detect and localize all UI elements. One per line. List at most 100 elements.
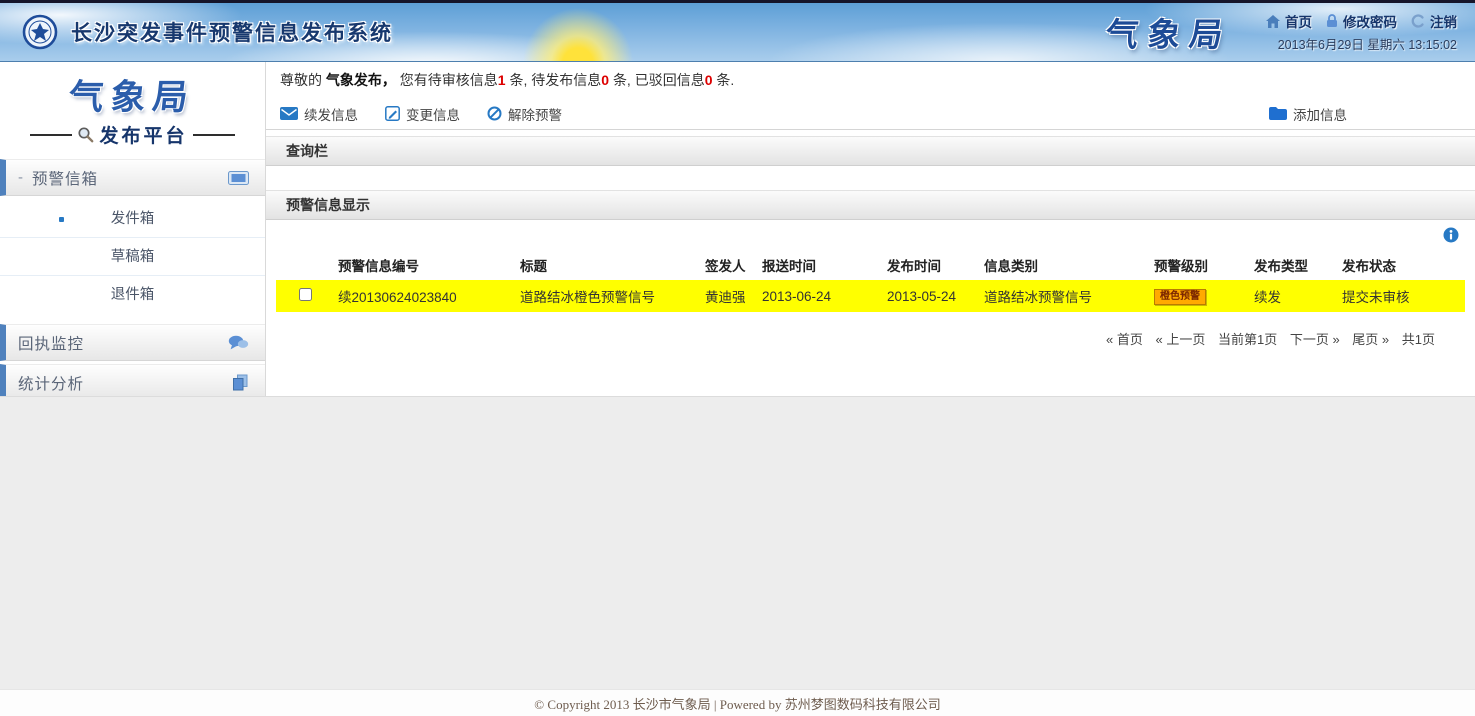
warning-mailbox-submenu: 发件箱 草稿箱 退件箱 [0, 196, 265, 320]
envelope-icon [280, 107, 298, 120]
warning-table: 预警信息编号 标题 签发人 报送时间 发布时间 信息类别 预警级别 发布类型 发… [276, 250, 1465, 312]
sidebar-logo: 气象局 发布平台 [0, 62, 265, 148]
sidebar-logo-subtitle: 发布平台 [99, 121, 187, 148]
sidebar-item-label: 统计分析 [18, 372, 84, 394]
pagination-first[interactable]: « 首页 [1106, 332, 1143, 347]
greeting-prefix: 尊敬的 [280, 70, 326, 90]
system-title: 长沙突发事件预警信息发布系统 [71, 17, 393, 47]
cell-publish-type: 续发 [1250, 280, 1338, 312]
warning-display-title: 预警信息显示 [286, 195, 370, 215]
header-checkbox-spacer [276, 250, 334, 280]
content-area: 尊敬的 气象发布， 您有待审核信息1 条, 待发布信息0 条, 已驳回信息0 条… [266, 62, 1475, 396]
panel-gap [266, 166, 1475, 190]
datetime: 2013年6月29日 星期六 13:15:02 [1278, 34, 1457, 53]
resend-info-label: 续发信息 [304, 104, 358, 124]
greeting-end: 条. [713, 70, 735, 90]
sidebar-logo-title: 气象局 [67, 69, 198, 120]
add-info-button[interactable]: 添加信息 [1269, 104, 1347, 124]
pagination-current: 当前第1页 [1218, 332, 1277, 347]
info-icon[interactable] [1443, 227, 1459, 243]
brand-area: 长沙突发事件预警信息发布系统 [22, 14, 393, 50]
toolbar: 续发信息 变更信息 解除预警 [266, 98, 1475, 130]
nav-home-link[interactable]: 首页 [1266, 11, 1312, 31]
column-header-status: 发布状态 [1338, 250, 1465, 280]
lock-icon [1326, 14, 1338, 28]
cell-status: 提交未审核 [1338, 280, 1465, 312]
remove-warning-label: 解除预警 [508, 104, 562, 124]
sidebar-item-label: 预警信箱 [32, 167, 98, 189]
column-header-title: 标题 [516, 250, 701, 280]
nav-and-date: 首页 修改密码 注销 2013年6月29日 星期六 13:15:02 [1266, 11, 1457, 53]
sidebar-item-receipt-monitor[interactable]: 回执监控 [0, 324, 265, 361]
sidebar-item-label: 回执监控 [18, 332, 84, 354]
copy-pages-icon [232, 374, 249, 391]
collapse-indicator: - [18, 169, 23, 186]
cell-category: 道路结冰预警信号 [980, 280, 1150, 312]
header-right: 气象局 首页 修改密码 [1106, 8, 1457, 56]
toolbar-left-group: 续发信息 变更信息 解除预警 [280, 104, 589, 124]
logout-icon [1411, 14, 1425, 28]
agency-emblem-icon [22, 14, 58, 50]
resend-info-button[interactable]: 续发信息 [280, 104, 358, 124]
column-header-id: 预警信息编号 [334, 250, 516, 280]
sidebar-item-warning-mailbox[interactable]: - 预警信箱 [0, 159, 265, 196]
column-header-level: 预警级别 [1150, 250, 1250, 280]
table-row[interactable]: 续20130624023840 道路结冰橙色预警信号 黄迪强 2013-06-2… [276, 280, 1465, 312]
warning-display-body: 预警信息编号 标题 签发人 报送时间 发布时间 信息类别 预警级别 发布类型 发… [266, 220, 1475, 396]
table-header-row: 预警信息编号 标题 签发人 报送时间 发布时间 信息类别 预警级别 发布类型 发… [276, 250, 1465, 280]
home-icon [1266, 15, 1280, 28]
column-header-publish-time: 发布时间 [883, 250, 980, 280]
remove-warning-button[interactable]: 解除预警 [487, 104, 562, 124]
copyright-text: © Copyright 2013 长沙市气象局 | Powered by 苏州梦… [534, 694, 940, 713]
level-badge: 橙色预警 [1154, 289, 1206, 305]
pagination-prev[interactable]: « 上一页 [1156, 332, 1206, 347]
modify-info-label: 变更信息 [406, 104, 460, 124]
pagination-next[interactable]: 下一页 » [1290, 332, 1340, 347]
pagination: « 首页 « 上一页 当前第1页 下一页 » 尾页 » 共1页 [276, 329, 1465, 348]
rejected-count: 0 [705, 72, 713, 88]
pending-publish-count: 0 [601, 72, 609, 88]
nav-home-label: 首页 [1285, 11, 1312, 31]
row-checkbox[interactable] [299, 288, 312, 301]
greeting-username: 气象发布， [326, 70, 396, 90]
pagination-last[interactable]: 尾页 » [1352, 332, 1389, 347]
warning-display-panel: 预警信息显示 预警信息编号 [266, 190, 1475, 396]
query-bar[interactable]: 查询栏 [266, 136, 1475, 166]
greeting-publish-label: 条, 待发布信息 [506, 70, 602, 90]
cell-title: 道路结冰橙色预警信号 [516, 280, 701, 312]
edit-icon [385, 106, 400, 121]
nav-logout-link[interactable]: 注销 [1411, 11, 1457, 31]
row-checkbox-cell [276, 280, 334, 312]
nav-change-password-link[interactable]: 修改密码 [1326, 11, 1397, 31]
sidebar-subitem-label: 退件箱 [111, 287, 155, 303]
sidebar: 气象局 发布平台 - 预警信箱 发件箱 [0, 62, 266, 396]
active-bullet [59, 217, 64, 222]
modify-info-button[interactable]: 变更信息 [385, 104, 460, 124]
sidebar-subitem-label: 发件箱 [111, 211, 155, 227]
cell-level: 橙色预警 [1150, 280, 1250, 312]
mailbox-icon [228, 171, 249, 185]
page-background-fill [0, 396, 1475, 689]
ban-icon [487, 106, 502, 121]
column-header-signer: 签发人 [701, 250, 758, 280]
top-header: 长沙突发事件预警信息发布系统 气象局 首页 修改密码 [0, 0, 1475, 62]
nav-logout-label: 注销 [1430, 11, 1457, 31]
column-header-publish-type: 发布类型 [1250, 250, 1338, 280]
greeting-rejected-label: 条, 已驳回信息 [609, 70, 705, 90]
sidebar-logo-subtitle-row: 发布平台 [0, 121, 265, 148]
cell-publish-time: 2013-05-24 [883, 280, 980, 312]
decor-dash-right [193, 134, 235, 136]
info-row [276, 220, 1465, 250]
pagination-total: 共1页 [1402, 332, 1435, 347]
top-nav: 首页 修改密码 注销 [1266, 11, 1457, 31]
cell-signer: 黄迪强 [701, 280, 758, 312]
sidebar-subitem-label: 草稿箱 [111, 249, 155, 265]
sidebar-item-drafts[interactable]: 草稿箱 [0, 238, 265, 276]
cell-report-time: 2013-06-24 [758, 280, 883, 312]
main-row: 气象局 发布平台 - 预警信箱 发件箱 [0, 62, 1475, 396]
sidebar-item-returned[interactable]: 退件箱 [0, 276, 265, 314]
cell-warning-id: 续20130624023840 [334, 280, 516, 312]
sidebar-item-outbox[interactable]: 发件箱 [0, 200, 265, 238]
decor-dash-left [30, 134, 72, 136]
query-bar-title: 查询栏 [286, 141, 328, 161]
